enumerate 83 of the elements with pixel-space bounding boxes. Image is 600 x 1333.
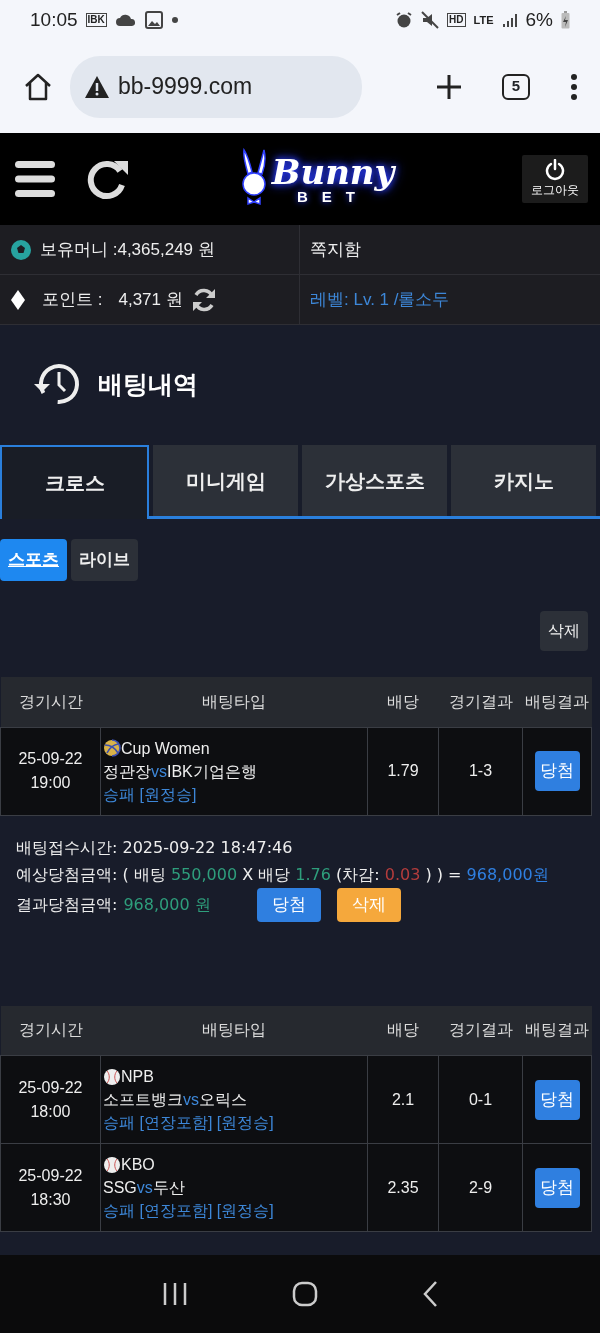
sport-tab[interactable]: 라이브 [71,539,138,581]
battery-icon [561,11,570,29]
level-text: 레벨: Lv. 1 /롤소두 [310,288,450,311]
match-date: 25-09-22 [17,1165,84,1186]
result-button[interactable]: 당첨 [534,751,580,791]
balance-text: 보유머니 :4,365,249 원 [40,238,215,261]
clock-time: 10:05 [30,7,78,32]
odds-cell: 2.35 [367,1143,439,1232]
payout-value: 968,000 원 [123,894,211,916]
odds-cell: 2.1 [367,1055,439,1144]
refresh-icon[interactable] [190,286,217,313]
points-value: 4,371 원 [118,288,183,311]
logo-wordmark: Bunny [271,154,395,189]
payout-label: 결과당첨금액: [16,894,118,916]
team-matchup: 소프트뱅크vs오릭스 [103,1090,248,1110]
league-name: KBO [121,1155,155,1175]
expected-payout: 예상당첨금액: ( 배팅 550,000 X 배당 1.76 (차감: 0.03 ) ) = 968,000원 [16,863,550,886]
category-tab[interactable]: 크로스 [0,445,149,519]
team-matchup: SSGvs두산 [103,1178,186,1198]
receipt-time: 배팅접수시간: 2025-09-22 18:47:46 [16,836,294,859]
signal-icon [501,12,518,28]
team-matchup: 정관장vsIBK기업은행 [103,761,258,782]
cloud-icon [114,13,137,27]
alarm-icon [395,11,414,29]
column-header: 경기시간 [0,677,101,727]
points-label: 포인트 : [42,288,103,311]
match-time: 19:00 [29,773,72,793]
notification-badge: IBK [85,13,107,27]
warning-icon [84,74,110,99]
soccer-ball-icon [10,238,32,261]
column-header: 경기시간 [0,1005,101,1056]
match-date: 25-09-22 [17,1077,84,1098]
column-header: 배팅타입 [100,1005,368,1056]
battery-percent: 6% [525,7,553,32]
win-button[interactable]: 당첨 [256,887,321,922]
category-tab[interactable]: 미니게임 [153,445,298,516]
column-header: 경기결과 [438,677,523,727]
dot-icon [170,16,179,24]
plus-icon[interactable] [436,73,462,100]
column-header: 배당 [367,677,439,727]
category-tab[interactable]: 가상스포츠 [302,445,447,516]
mute-icon [421,11,440,29]
score-cell: 1-3 [438,727,523,815]
tab-count-button[interactable]: 5 [502,73,530,100]
image-icon [144,11,163,29]
recent-apps-icon[interactable] [162,1282,188,1306]
url-text: bb-9999.com [118,72,253,102]
league-name: Cup Women [121,738,210,759]
score-cell: 2-9 [438,1143,523,1232]
baseball-icon [103,1067,121,1086]
delete-button[interactable]: 삭제 [540,611,588,651]
power-icon [544,159,566,181]
odds-cell: 1.79 [367,727,439,815]
page-title: 배팅내역 [98,369,198,401]
back-icon[interactable] [422,1280,438,1308]
bet-market: 승패 [원정승] [103,784,198,805]
column-header: 배팅결과 [522,1005,592,1056]
sport-tab[interactable]: 스포츠 [0,539,67,581]
column-header: 배당 [367,1005,439,1056]
match-date: 25-09-22 [17,749,84,769]
result-button[interactable]: 당첨 [534,1167,580,1208]
column-header: 배팅결과 [522,677,592,727]
home-icon[interactable] [292,1281,318,1307]
column-header: 경기결과 [438,1005,523,1056]
volleyball-icon [103,739,121,757]
match-time: 18:30 [29,1189,72,1210]
column-header: 배팅타입 [100,677,368,727]
menu-icon[interactable] [14,159,56,199]
baseball-icon [103,1155,121,1174]
score-cell: 0-1 [438,1055,523,1144]
league-name: NPB [121,1067,154,1087]
result-button[interactable]: 당첨 [534,1079,580,1120]
hd-indicator: HD [447,13,466,27]
more-icon[interactable] [570,72,578,101]
network-label: LTE [473,12,494,28]
bet-market: 승패 [연장포함] [원정승] [103,1201,275,1221]
messages-link[interactable]: 쪽지함 [310,236,361,263]
category-tab[interactable]: 카지노 [451,445,596,516]
diamond-icon [10,288,26,311]
logout-button[interactable]: 로그아웃 [522,155,588,203]
address-bar[interactable]: bb-9999.com [70,55,362,118]
bet-market: 승패 [연장포함] [원정승] [103,1113,275,1133]
match-time: 18:00 [29,1101,72,1122]
